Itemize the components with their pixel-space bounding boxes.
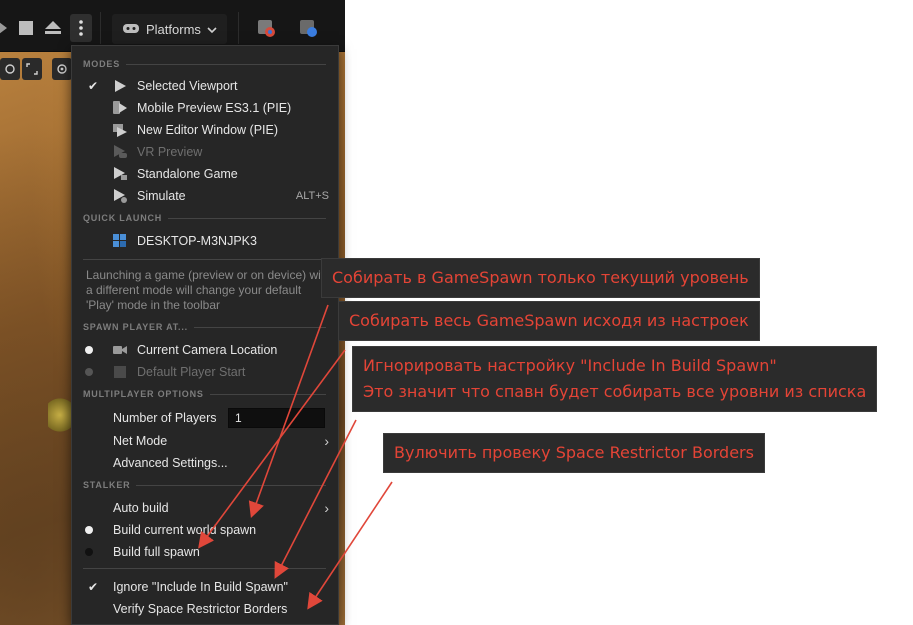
section-quick-launch: QUICK LAUNCH — [83, 212, 326, 224]
build-icon[interactable] — [254, 14, 278, 42]
play-icon[interactable] — [0, 14, 8, 42]
menu-item-label: Current Camera Location — [137, 343, 278, 357]
section-divider — [193, 326, 326, 328]
editor-window-icon — [113, 123, 127, 137]
annotation-verify-borders: Вулючить провеку Space Restrictor Border… — [383, 433, 765, 473]
radio-selected — [85, 526, 93, 534]
viewport-toolbar — [0, 58, 80, 82]
chevron-right-icon: › — [324, 500, 329, 516]
chevron-right-icon: › — [324, 433, 329, 449]
section-multiplayer: MULTIPLAYER OPTIONS — [83, 388, 326, 400]
toolbar-divider — [238, 12, 239, 44]
refresh-icon[interactable] — [0, 58, 20, 80]
menu-item-new-editor-window[interactable]: New Editor Window (PIE) — [73, 119, 337, 141]
menu-item-label: Advanced Settings... — [113, 456, 228, 470]
maximize-icon[interactable] — [22, 58, 42, 80]
menu-item-label: Ignore "Include In Build Spawn" — [113, 580, 288, 594]
number-of-players-input[interactable]: 1 — [228, 408, 325, 428]
windows-device-icon — [113, 234, 127, 248]
menu-item-current-camera[interactable]: Current Camera Location — [73, 339, 337, 361]
platforms-button[interactable]: Platforms — [112, 14, 227, 44]
standalone-icon — [113, 167, 127, 181]
menu-item-label: Auto build — [113, 501, 169, 515]
section-spawn-label: SPAWN PLAYER AT... — [83, 322, 188, 332]
menu-item-mobile-preview[interactable]: Mobile Preview ES3.1 (PIE) — [73, 97, 337, 119]
menu-item-verify-space-restrictor-borders[interactable]: Verify Space Restrictor Borders — [73, 598, 337, 620]
menu-item-label: Standalone Game — [137, 167, 238, 181]
section-modes-label: MODES — [83, 59, 121, 69]
simulate-icon — [113, 189, 127, 203]
annotation-ignore-include-line2: Это значит что спавн будет собирать все … — [363, 382, 867, 401]
menu-item-number-of-players: Number of Players 1 — [73, 407, 337, 429]
menu-item-standalone-game[interactable]: Standalone Game — [73, 163, 337, 185]
menu-item-ignore-include-in-build-spawn[interactable]: ✔ Ignore "Include In Build Spawn" — [73, 576, 337, 598]
section-divider — [136, 484, 326, 486]
menu-item-label: DESKTOP-M3NJPK3 — [137, 234, 257, 248]
annotation-ignore-include-line1: Игнорировать настройку "Include In Build… — [363, 356, 777, 375]
menu-item-label: VR Preview — [137, 145, 203, 159]
section-stalker-label: STALKER — [83, 480, 131, 490]
section-divider — [168, 217, 326, 219]
radio-unselected — [85, 368, 93, 376]
menu-item-device[interactable]: DESKTOP-M3NJPK3 — [73, 230, 337, 252]
section-divider — [126, 63, 326, 65]
toolbar-divider — [100, 12, 101, 44]
play-mode-info-text: Launching a game (preview or on device) … — [86, 268, 331, 312]
menu-item-label: Selected Viewport — [137, 79, 238, 93]
menu-item-default-player-start: Default Player Start — [73, 361, 337, 383]
platforms-label: Platforms — [146, 21, 201, 37]
settings-package-icon[interactable] — [296, 14, 320, 42]
annotation-build-full-spawn: Собирать весь GameSpawn исходя из настро… — [338, 301, 760, 341]
menu-item-label: Build full spawn — [113, 545, 200, 559]
menu-item-label: Mobile Preview ES3.1 (PIE) — [137, 101, 292, 115]
section-multiplayer-label: MULTIPLAYER OPTIONS — [83, 389, 204, 399]
radio-selected — [85, 346, 93, 354]
camera-icon[interactable] — [52, 58, 72, 80]
mobile-preview-icon — [113, 101, 127, 115]
play-icon — [113, 79, 127, 93]
player-start-icon — [113, 365, 127, 379]
menu-item-label: Default Player Start — [137, 365, 246, 379]
menu-item-label: Net Mode — [113, 434, 168, 448]
eject-icon[interactable] — [42, 14, 64, 42]
gamepad-icon — [122, 21, 140, 38]
menu-item-vr-preview: VR Preview — [73, 141, 337, 163]
menu-divider — [83, 259, 326, 260]
annotation-build-current-level: Собирать в GameSpawn только текущий уров… — [321, 258, 760, 298]
menu-item-auto-build[interactable]: Auto build › — [73, 497, 337, 519]
menu-item-build-full-spawn[interactable]: Build full spawn — [73, 541, 337, 563]
section-quick-launch-label: QUICK LAUNCH — [83, 213, 163, 223]
menu-item-label: New Editor Window (PIE) — [137, 123, 279, 137]
shortcut-label: ALT+S — [295, 190, 329, 202]
section-modes: MODES — [83, 58, 326, 70]
chevron-down-icon — [207, 22, 217, 37]
menu-item-selected-viewport[interactable]: ✔ Selected Viewport — [73, 75, 337, 97]
menu-divider — [83, 568, 326, 569]
menu-item-label: Verify Space Restrictor Borders — [113, 602, 288, 616]
camera-icon — [113, 343, 127, 357]
menu-item-label: Build current world spawn — [113, 523, 257, 537]
checkmark-icon: ✔ — [87, 580, 99, 594]
menu-item-label: Simulate — [137, 189, 186, 203]
stop-icon[interactable] — [16, 14, 36, 42]
more-options-icon[interactable] — [70, 14, 92, 42]
play-options-menu: MODES ✔ Selected Viewport Mobile Preview… — [71, 45, 339, 625]
section-spawn-player: SPAWN PLAYER AT... — [83, 321, 326, 333]
menu-item-advanced-settings[interactable]: Advanced Settings... — [73, 452, 337, 474]
menu-item-build-current-world-spawn[interactable]: Build current world spawn — [73, 519, 337, 541]
annotation-ignore-include: Игнорировать настройку "Include In Build… — [352, 346, 878, 412]
menu-item-label: Number of Players — [113, 411, 217, 425]
radio-unselected — [85, 548, 93, 556]
foliage-decoration — [48, 395, 72, 435]
section-stalker: STALKER — [83, 479, 326, 491]
section-divider — [209, 393, 326, 395]
menu-item-simulate[interactable]: Simulate ALT+S — [73, 185, 337, 207]
checkmark-icon: ✔ — [87, 79, 99, 93]
menu-item-net-mode[interactable]: Net Mode › — [73, 430, 337, 452]
vr-icon — [113, 145, 127, 159]
